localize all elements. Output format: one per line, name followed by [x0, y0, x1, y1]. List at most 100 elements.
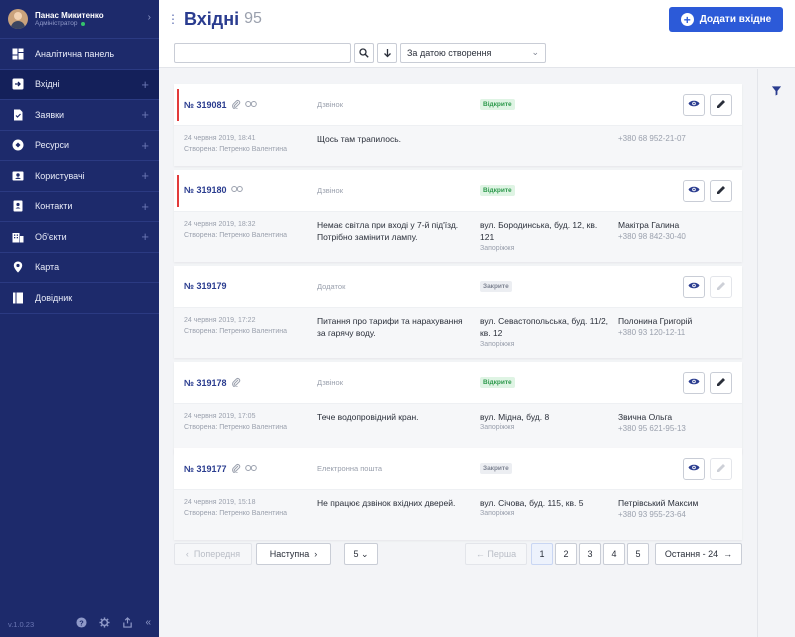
gear-icon[interactable]: [99, 617, 110, 631]
sidebar-item-0[interactable]: Аналітична панель: [0, 39, 159, 70]
plus-icon[interactable]: +: [141, 199, 149, 214]
building-icon: [11, 230, 24, 243]
sidebar-item-7[interactable]: Карта: [0, 253, 159, 283]
plus-icon[interactable]: +: [141, 77, 149, 92]
next-page-button[interactable]: Наступна ›: [256, 543, 331, 565]
inbox-card[interactable]: № 319177 Електронна пошта Закрите 24 червня…: [174, 448, 742, 540]
sort-direction-button[interactable]: [377, 42, 397, 63]
export-icon[interactable]: [122, 617, 133, 631]
add-inbox-label: Додати вхідне: [699, 14, 772, 25]
edit-button[interactable]: [710, 458, 732, 480]
sidebar-item-1[interactable]: Вхідні +: [0, 69, 159, 100]
created-by: Створена: Петренко Валентина: [184, 509, 288, 517]
edit-button[interactable]: [710, 94, 732, 116]
inbox-number[interactable]: № 319180: [184, 185, 227, 195]
user-name: Панас Микитенко: [35, 10, 104, 20]
view-button[interactable]: [683, 458, 705, 480]
pencil-icon: [716, 99, 726, 112]
per-page-select[interactable]: 5 ⌄: [344, 543, 378, 565]
main-area: ⋮ Вхідні 95 + Додати вхідне За датою ств…: [159, 0, 795, 637]
contact-name: Звична Ольга: [618, 412, 673, 422]
inbox-card[interactable]: № 319178 Дзвінок Відкрите 24 червня 2019, 1…: [174, 362, 742, 454]
inbox-card[interactable]: № 319180 Дзвінок Відкрите 24 червня 2019, 1…: [174, 170, 742, 262]
plus-icon[interactable]: +: [141, 107, 149, 122]
pencil-icon: [716, 377, 726, 390]
user-profile[interactable]: Панас Микитенко Адміністратор ›: [0, 0, 159, 38]
status-badge: Закрите: [480, 463, 512, 474]
sort-select[interactable]: За датою створення ⌄: [400, 42, 546, 63]
collapse-sidebar-icon[interactable]: «: [145, 617, 151, 631]
eye-icon: [688, 377, 700, 389]
sidebar-nav: Аналітична панель Вхідні + Заявки + Ресурси + К…: [0, 38, 159, 314]
book-icon: [11, 291, 24, 304]
search-button[interactable]: [354, 42, 374, 63]
search-input[interactable]: [174, 42, 351, 63]
edit-button[interactable]: [710, 180, 732, 202]
contacts-icon: [11, 200, 24, 213]
channel-type: Дзвінок: [317, 378, 344, 387]
link-icon: [244, 464, 257, 474]
edit-button[interactable]: [710, 276, 732, 298]
page-button-4[interactable]: 4: [603, 543, 625, 565]
page-button-1[interactable]: 1: [531, 543, 553, 565]
view-button[interactable]: [683, 276, 705, 298]
plus-icon[interactable]: +: [141, 168, 149, 183]
page-button-5[interactable]: 5: [627, 543, 649, 565]
sidebar-item-label: Заявки: [35, 109, 65, 120]
contact-phone: +380 93 955-23-64: [618, 510, 686, 520]
prev-page-button[interactable]: ‹ Попередня: [174, 543, 252, 565]
sidebar-item-label: Користувачі: [35, 170, 85, 181]
chevron-right-icon[interactable]: ›: [148, 12, 151, 23]
filter-icon[interactable]: [771, 85, 782, 99]
eye-icon: [688, 463, 700, 475]
inbox-description: Щось там трапилось.: [317, 134, 401, 144]
sidebar-item-label: Об'єкти: [35, 231, 67, 242]
address: вул. Бородинська, буд. 12, кв. 121: [480, 220, 598, 243]
created-by: Створена: Петренко Валентина: [184, 145, 288, 153]
edit-button[interactable]: [710, 372, 732, 394]
next-page-label: Наступна: [269, 549, 310, 559]
city: Запоріжжя: [480, 340, 515, 348]
page-button-3[interactable]: 3: [579, 543, 601, 565]
add-inbox-button[interactable]: + Додати вхідне: [669, 7, 783, 32]
inbox-number[interactable]: № 319179: [184, 281, 227, 291]
link-icon: [244, 100, 257, 110]
sidebar-item-3[interactable]: Ресурси +: [0, 131, 159, 161]
inbox-description: Тече водопровідний кран.: [317, 412, 419, 422]
sidebar-item-5[interactable]: Контакти +: [0, 192, 159, 222]
sidebar-item-2[interactable]: Заявки +: [0, 100, 159, 131]
sidebar-item-6[interactable]: Об'єкти +: [0, 222, 159, 253]
sidebar-item-label: Аналітична панель: [35, 48, 115, 59]
first-page-label: Перша: [487, 549, 517, 559]
view-button[interactable]: [683, 94, 705, 116]
plus-icon[interactable]: +: [141, 138, 149, 153]
inbox-card[interactable]: № 319081 Дзвінок Відкрите 24 червня 2019, 1…: [174, 84, 742, 166]
sidebar-item-8[interactable]: Довідник: [0, 283, 159, 314]
city: Запоріжжя: [480, 510, 515, 518]
attachment-icon: [231, 377, 241, 389]
created-date: 24 червня 2019, 17:22: [184, 317, 256, 324]
plus-icon[interactable]: +: [141, 229, 149, 244]
created-date: 24 червня 2019, 18:32: [184, 221, 256, 228]
city: Запоріжжя: [480, 424, 515, 432]
sidebar-item-label: Ресурси: [35, 140, 70, 151]
attachment-icon: [231, 463, 241, 475]
inbox-number[interactable]: № 319081: [184, 100, 227, 110]
svg-text:?: ?: [80, 618, 85, 627]
page-button-2[interactable]: 2: [555, 543, 577, 565]
sidebar-item-4[interactable]: Користувачі +: [0, 161, 159, 192]
resources-icon: [11, 139, 24, 152]
map-pin-icon: [11, 261, 24, 274]
help-icon[interactable]: ?: [76, 617, 87, 631]
sidebar-item-label: Вхідні: [35, 79, 60, 90]
drag-handle-icon[interactable]: ⋮: [167, 12, 179, 26]
view-button[interactable]: [683, 372, 705, 394]
inbox-number[interactable]: № 319177: [184, 464, 227, 474]
inbox-number[interactable]: № 319178: [184, 378, 227, 388]
view-button[interactable]: [683, 180, 705, 202]
first-page-button[interactable]: ← Перша: [465, 543, 527, 565]
inbox-card[interactable]: № 319179 Додаток Закрите 24 червня 2019, 17…: [174, 266, 742, 358]
status-badge: Відкрите: [480, 99, 515, 110]
last-page-button[interactable]: Остання - 24 →: [655, 543, 742, 565]
user-role: Адміністратор: [35, 19, 78, 27]
